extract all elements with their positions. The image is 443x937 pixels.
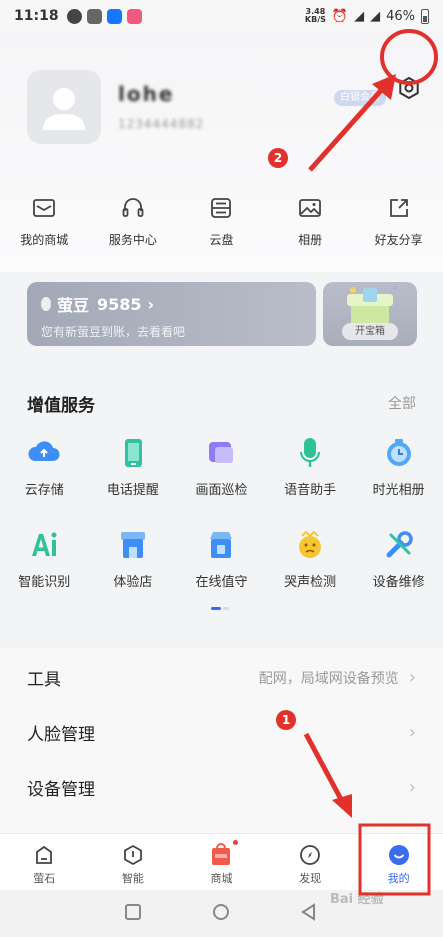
phone-reminder-icon xyxy=(124,439,142,467)
cloud-storage-icon xyxy=(28,441,60,461)
signal-icon: ◢ xyxy=(354,8,365,24)
message-icon xyxy=(66,8,82,24)
compass-icon xyxy=(300,845,320,865)
menu-list: 工具 配网，局域网设备预览 › 人脸管理 › 设备管理 › xyxy=(0,648,443,838)
profile-icon xyxy=(388,845,409,865)
quick-item-cloud-disk[interactable]: 云盘 xyxy=(177,195,266,248)
service-device-repair[interactable]: 设备维修 xyxy=(354,527,443,590)
mail-icon xyxy=(33,199,56,217)
coin-subtitle: 您有新萤豆到账，去看看吧 xyxy=(41,325,186,339)
service-phone-reminder[interactable]: 电话提醒 xyxy=(89,435,178,498)
online-duty-icon xyxy=(210,532,233,558)
service-time-album[interactable]: 时光相册 xyxy=(354,435,443,498)
service-cry-detection[interactable]: 哭声检测 xyxy=(266,527,355,590)
quick-item-service-center[interactable]: 服务中心 xyxy=(89,195,178,248)
home-icon xyxy=(36,845,53,864)
chevron-right-icon: › xyxy=(408,777,416,798)
phone-number: 1234444882 xyxy=(118,117,205,131)
voice-assistant-icon xyxy=(300,438,321,467)
status-time: 11:18 xyxy=(14,8,59,24)
alarm-icon: ⏰ xyxy=(331,8,349,24)
cry-detection-icon xyxy=(299,530,322,558)
service-experience-store[interactable]: 体验店 xyxy=(89,527,178,590)
network-speed: 3.48 KB/S xyxy=(304,7,326,24)
menu-item-tools[interactable]: 工具 配网，局域网设备预览 › xyxy=(0,650,443,705)
menu-item-device-management[interactable]: 设备管理 › xyxy=(0,760,443,815)
recent-apps-button[interactable] xyxy=(124,903,142,921)
coin-title: 萤豆 9585 › xyxy=(41,292,302,316)
avatar[interactable] xyxy=(27,70,101,144)
coin-icon xyxy=(41,297,51,311)
tab-mall[interactable]: 商城 xyxy=(177,834,266,890)
coin-amount: 9585 xyxy=(97,294,142,314)
tab-home[interactable]: 萤石 xyxy=(0,834,89,890)
notification-dot xyxy=(233,840,239,845)
menu-item-face-management[interactable]: 人脸管理 › xyxy=(0,705,443,760)
cloud-disk-icon xyxy=(211,198,232,218)
mall-icon xyxy=(212,843,231,865)
app-icon xyxy=(126,8,142,24)
member-badge[interactable]: 白银会员 xyxy=(334,90,386,106)
step-badge-1: 1 xyxy=(276,710,296,730)
experience-store-icon xyxy=(120,532,145,558)
open-treasure-button[interactable]: 开宝箱 xyxy=(342,323,398,340)
alipay-icon xyxy=(106,8,122,24)
smart-icon xyxy=(123,844,142,866)
battery-icon xyxy=(421,8,429,24)
treasure-box-card[interactable]: 开宝箱 xyxy=(323,282,417,346)
value-added-all-link[interactable]: 全部 xyxy=(388,393,416,413)
service-grid-row-2: 智能识别 体验店 在线值守 哭声检测 设备维修 xyxy=(0,527,443,590)
signal-icon-2: ◢ xyxy=(370,8,381,24)
headset-icon xyxy=(122,198,144,217)
service-ai-recognition[interactable]: 智能识别 xyxy=(0,527,89,590)
page-dot xyxy=(223,607,229,610)
watermark: Bai 经验 xyxy=(330,892,384,907)
share-icon xyxy=(389,199,408,217)
tab-discover[interactable]: 发现 xyxy=(266,834,355,890)
chevron-right-icon: › xyxy=(408,722,416,743)
time-album-icon xyxy=(386,439,411,466)
tab-profile[interactable]: 我的 xyxy=(354,834,443,890)
chevron-right-icon: › xyxy=(147,294,155,314)
quick-item-album[interactable]: 相册 xyxy=(266,195,355,248)
status-bar: 11:18 3.48 KB/S ⏰ ◢ ◢ 46% xyxy=(0,0,443,32)
quick-item-my-mall[interactable]: 我的商城 xyxy=(0,195,89,248)
coin-card[interactable]: 萤豆 9585 › 您有新萤豆到账，去看看吧 xyxy=(27,282,316,346)
back-button[interactable] xyxy=(300,903,318,921)
gallery-icon xyxy=(86,8,102,24)
service-grid-row-1: 云存储 电话提醒 画面巡检 语音助手 时光相册 xyxy=(0,435,443,498)
username: lohe xyxy=(118,82,175,106)
quick-item-share[interactable]: 好友分享 xyxy=(354,195,443,248)
photo-icon xyxy=(299,199,321,217)
service-voice-assistant[interactable]: 语音助手 xyxy=(266,435,355,498)
step-badge-2: 2 xyxy=(268,148,288,168)
battery-level: 46% xyxy=(386,8,415,24)
avatar-placeholder-icon xyxy=(43,88,85,130)
value-added-title: 增值服务 xyxy=(27,396,95,416)
tab-smart[interactable]: 智能 xyxy=(89,834,178,890)
ai-recognition-icon xyxy=(32,532,57,556)
gear-icon xyxy=(399,76,419,100)
home-button[interactable] xyxy=(212,903,230,921)
bottom-tab-bar: 萤石 智能 商城 发现 我的 xyxy=(0,833,443,890)
page-dot-active xyxy=(211,607,221,610)
chevron-right-icon: › xyxy=(408,667,416,688)
service-cloud-storage[interactable]: 云存储 xyxy=(0,435,89,498)
screen-inspection-icon xyxy=(209,442,234,463)
wrench-icon xyxy=(386,531,413,558)
service-screen-inspection[interactable]: 画面巡检 xyxy=(177,435,266,498)
service-online-duty[interactable]: 在线值守 xyxy=(177,527,266,590)
quick-actions: 我的商城 服务中心 云盘 相册 好友分享 xyxy=(0,195,443,248)
page-indicator xyxy=(211,607,229,610)
settings-button[interactable] xyxy=(395,74,423,102)
